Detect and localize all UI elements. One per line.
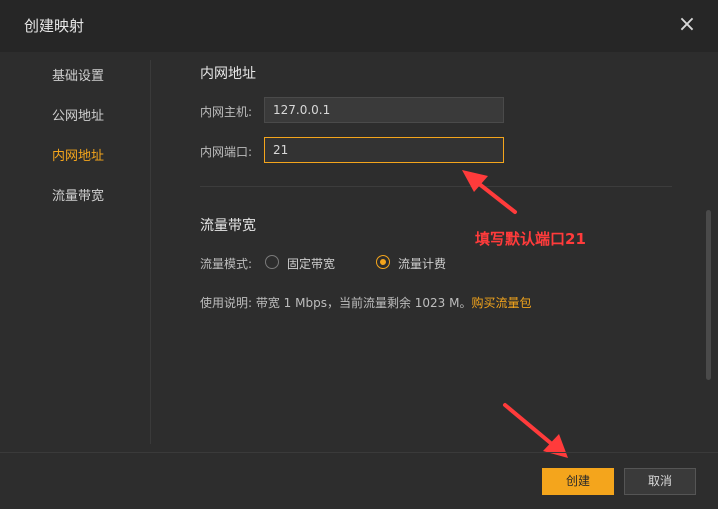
sidebar-item-intranet-address[interactable]: 内网地址 (52, 145, 104, 164)
intranet-host-input[interactable]: 127.0.0.1 (264, 97, 504, 123)
usage-description: 使用说明: 带宽 1 Mbps，当前流量剩余 1023 M。购买流量包 (200, 294, 532, 311)
section-divider (200, 186, 672, 187)
sidebar-item-public-address[interactable]: 公网地址 (52, 105, 104, 124)
radio-traffic-billing[interactable] (376, 255, 390, 269)
dialog-title: 创建映射 (24, 17, 85, 35)
usage-text: 使用说明: 带宽 1 Mbps，当前流量剩余 1023 M。 (200, 296, 472, 310)
sidebar-divider (150, 60, 151, 444)
intranet-section-title: 内网地址 (200, 66, 256, 82)
traffic-mode-label: 流量模式: (200, 257, 253, 271)
intranet-port-input[interactable]: 21 (264, 137, 504, 163)
intranet-host-label: 内网主机: (200, 105, 253, 119)
create-button[interactable]: 创建 (542, 468, 614, 495)
buy-traffic-link[interactable]: 购买流量包 (471, 296, 531, 310)
annotation-text: 填写默认端口21 (475, 230, 586, 248)
scrollbar[interactable] (706, 210, 711, 380)
sidebar-item-basic-settings[interactable]: 基础设置 (52, 65, 104, 84)
close-button[interactable]: × (676, 14, 698, 36)
radio-fixed-bandwidth-label[interactable]: 固定带宽 (287, 255, 335, 272)
arrow-to-create-button (503, 403, 568, 458)
bandwidth-section-title: 流量带宽 (200, 218, 256, 234)
create-mapping-dialog: 创建映射 × 基础设置 公网地址 内网地址 流量带宽 内网地址 内网主机: 12… (0, 0, 718, 509)
sidebar: 基础设置 公网地址 内网地址 流量带宽 (0, 52, 150, 444)
dialog-title-bar: 创建映射 × (0, 0, 718, 52)
radio-traffic-billing-label[interactable]: 流量计费 (398, 255, 446, 272)
intranet-port-label: 内网端口: (200, 145, 253, 159)
radio-fixed-bandwidth[interactable] (265, 255, 279, 269)
arrow-to-port-input (462, 170, 517, 214)
sidebar-item-bandwidth[interactable]: 流量带宽 (52, 185, 104, 204)
footer-divider (0, 452, 718, 453)
cancel-button[interactable]: 取消 (624, 468, 696, 495)
